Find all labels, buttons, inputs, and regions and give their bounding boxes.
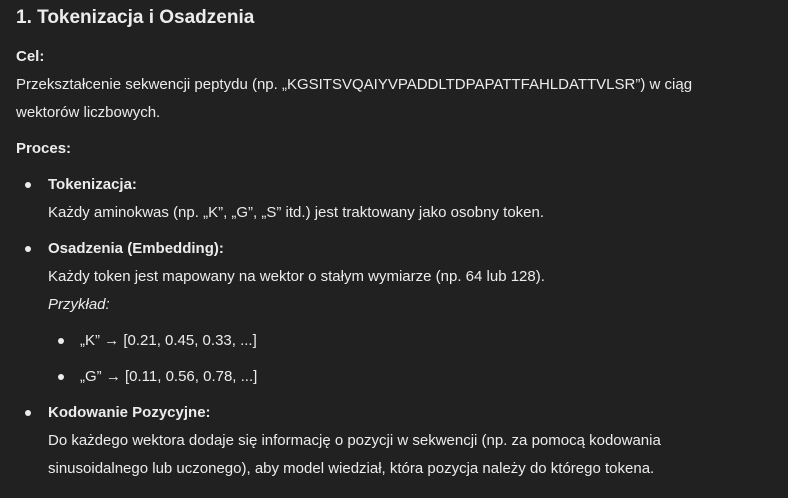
- process-label: Proces:: [16, 140, 72, 157]
- bullet-dot: [25, 410, 31, 416]
- tokenization-text: Każdy aminokwas (np. „K”, „G”, „S” itd.)…: [48, 204, 545, 221]
- example-g: „G” → [0.11, 0.56, 0.78, ...]: [80, 368, 258, 385]
- positional-encoding-text-line-2: sinusoidalnego lub uczonego), aby model …: [48, 460, 655, 477]
- goal-text-line-1: Przekształcenie sekwencji peptydu (np. „…: [16, 76, 693, 93]
- section-heading: 1. Tokenizacja i Osadzenia: [16, 7, 255, 28]
- bullet-dot: [25, 246, 31, 252]
- tokenization-title: Tokenizacja:: [48, 176, 137, 193]
- embedding-title: Osadzenia (Embedding):: [48, 240, 224, 257]
- goal-label: Cel:: [16, 48, 45, 65]
- goal-text-line-2: wektorów liczbowych.: [16, 104, 161, 121]
- example-label: Przykład:: [48, 296, 110, 313]
- positional-encoding-text-line-1: Do każdego wektora dodaje się informację…: [48, 432, 661, 449]
- embedding-text: Każdy token jest mapowany na wektor o st…: [48, 268, 545, 285]
- bullet-dot: [25, 182, 31, 188]
- example-k: „K” → [0.21, 0.45, 0.33, ...]: [80, 332, 257, 349]
- sub-bullet-dot: [58, 374, 64, 380]
- sub-bullet-dot: [58, 338, 64, 344]
- positional-encoding-title: Kodowanie Pozycyjne:: [48, 404, 211, 421]
